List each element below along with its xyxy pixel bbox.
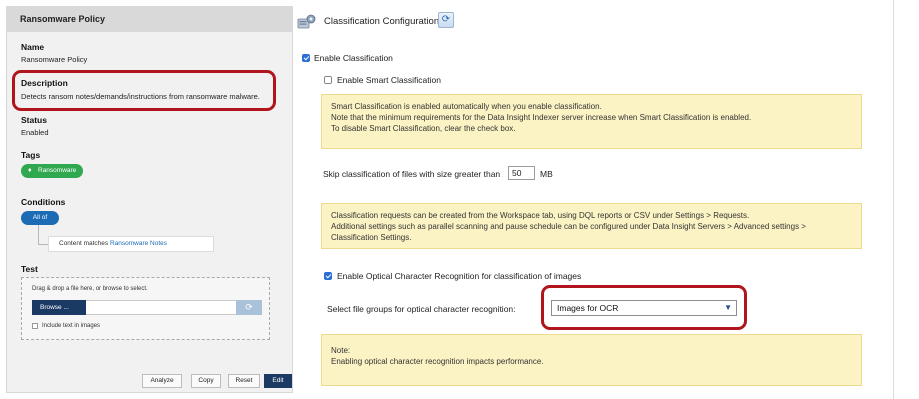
file-input-row[interactable]: Browse ... ⟳ (32, 300, 262, 315)
enable-classification-checkbox[interactable] (302, 54, 310, 62)
requests-note-line-1: Classification requests can be created f… (331, 211, 750, 220)
tag-ransomware[interactable]: ♦ Ransomware (21, 164, 83, 178)
smart-note-line-1: Smart Classification is enabled automati… (331, 102, 602, 111)
name-value: Ransomware Policy (21, 55, 88, 64)
test-label: Test (21, 264, 38, 274)
right-edge-divider (893, 0, 894, 399)
conditions-label: Conditions (21, 197, 66, 207)
refresh-icon[interactable]: ⟳ (236, 300, 262, 315)
status-label: Status (21, 115, 47, 125)
file-groups-select[interactable]: Images for OCR ▼ (551, 300, 737, 316)
enable-ocr-checkbox[interactable] (324, 272, 332, 280)
status-value: Enabled (21, 128, 49, 137)
include-text-option[interactable]: Include text in images (32, 323, 100, 329)
enable-smart-label: Enable Smart Classification (337, 75, 441, 85)
condition-rule: Content matches Ransomware Notes (48, 236, 214, 252)
description-highlight (12, 70, 276, 111)
dropzone-hint: Drag & drop a file here, or browse to se… (32, 286, 148, 292)
include-text-checkbox[interactable] (32, 323, 38, 329)
action-bar: Analyze Copy Reset Edit (7, 374, 294, 388)
smart-note-line-2: Note that the minimum requirements for t… (331, 113, 752, 122)
ocr-note-line-1: Note: (331, 346, 351, 355)
description-label: Description (21, 78, 68, 88)
copy-button[interactable]: Copy (191, 374, 221, 388)
smart-classification-note: Smart Classification is enabled automati… (321, 94, 862, 149)
file-groups-label: Select file groups for optical character… (327, 304, 516, 314)
gear-icon (297, 14, 316, 29)
file-groups-selected: Images for OCR (557, 303, 619, 313)
requests-note: Classification requests can be created f… (321, 203, 862, 249)
tag-icon: ♦ (28, 167, 32, 174)
browse-button[interactable]: Browse ... (32, 300, 86, 315)
analyze-button[interactable]: Analyze (142, 374, 182, 388)
panel-header: Ransomware Policy (7, 7, 292, 32)
name-label: Name (21, 42, 45, 52)
smart-note-line-3: To disable Smart Classification, clear t… (331, 124, 516, 133)
include-text-label: Include text in images (42, 323, 101, 329)
chevron-down-icon: ▼ (724, 303, 732, 312)
edit-button[interactable]: Edit (264, 374, 292, 388)
condition-rule-link[interactable]: Ransomware Notes (110, 240, 167, 247)
enable-smart-checkbox[interactable] (324, 76, 332, 84)
test-dropzone[interactable]: Drag & drop a file here, or browse to se… (21, 277, 270, 340)
tag-label: Ransomware (38, 167, 77, 174)
page-title: Classification Configuration (324, 16, 440, 27)
requests-note-line-3: Classification Settings. (331, 233, 412, 242)
ocr-performance-note: Note: Enabling optical character recogni… (321, 334, 862, 386)
condition-operator-badge[interactable]: All of (21, 211, 59, 225)
enable-classification-label: Enable Classification (314, 53, 393, 63)
policy-details-panel: Ransomware Policy Name Ransomware Policy… (6, 6, 293, 393)
reset-button[interactable]: Reset (228, 374, 260, 388)
ocr-note-line-2: Enabling optical character recognition i… (331, 357, 544, 366)
condition-rule-prefix: Content matches (59, 240, 109, 247)
condition-connector (38, 225, 39, 245)
max-size-input[interactable]: 50 (508, 166, 535, 180)
requests-note-line-2: Additional settings such as parallel sca… (331, 222, 806, 231)
refresh-icon[interactable]: ⟳ (438, 12, 454, 28)
skip-size-label: Skip classification of files with size g… (323, 169, 501, 179)
condition-connector-h (38, 244, 48, 245)
size-unit: MB (540, 169, 553, 179)
tags-label: Tags (21, 150, 41, 160)
description-value: Detects ransom notes/demands/instruction… (21, 92, 260, 101)
enable-ocr-label: Enable Optical Character Recognition for… (337, 271, 582, 281)
